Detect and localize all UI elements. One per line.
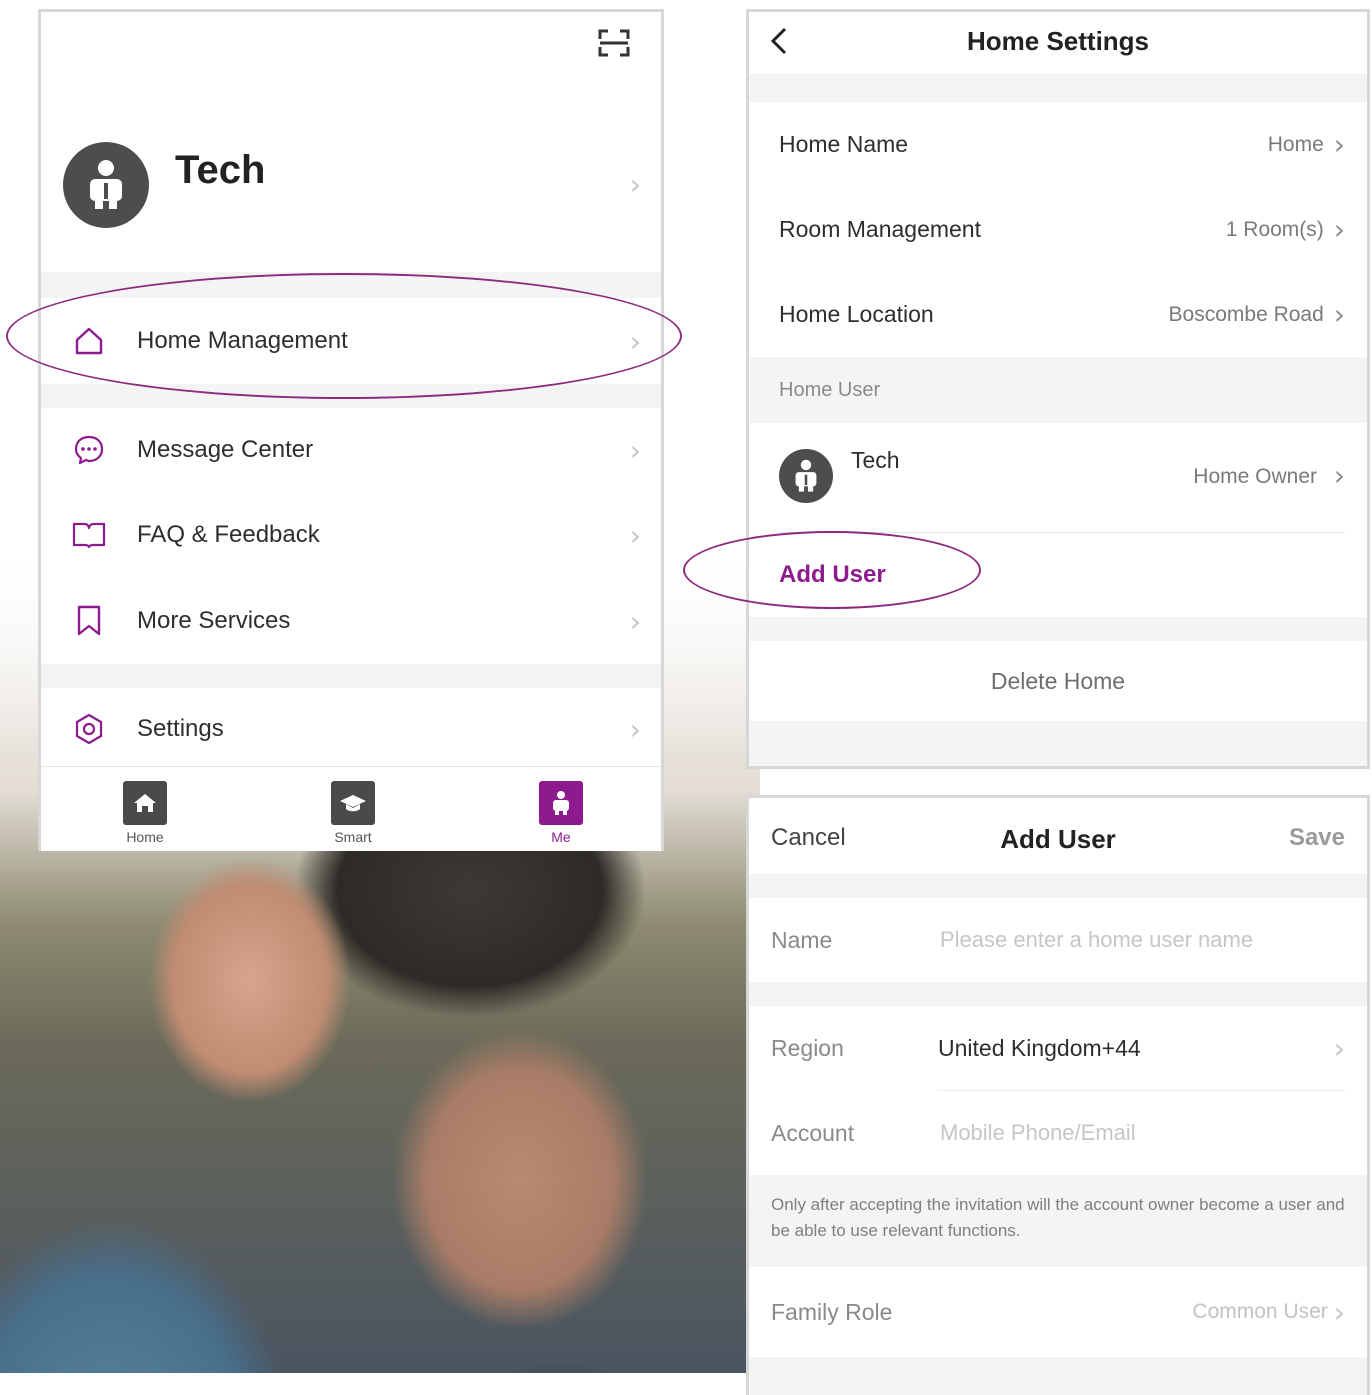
section-gap [749,982,1367,1006]
account-field-row: Account [749,1091,1367,1175]
page-title: Home Settings [966,26,1150,56]
nav-bar: Home Settings [749,12,1367,74]
highlight-oval [6,273,682,399]
bottom-tab-bar: Home Smart Me [41,766,661,851]
chevron-right-icon: › [629,712,641,746]
chevron-right-icon: › [1333,1295,1345,1329]
menu-item-message-center[interactable]: Message Center › [41,408,661,492]
field-label: Region [771,1034,844,1061]
section-header-label: Home User [779,379,881,401]
profile-name: Tech [175,148,266,192]
region-row[interactable]: Region United Kingdom+44 › [749,1006,1367,1090]
name-input[interactable] [938,926,1367,954]
chevron-right-icon: › [1333,1031,1345,1065]
field-label: Name [771,926,833,953]
chat-bubble-icon [71,432,107,468]
delete-home-button[interactable]: Delete Home [749,641,1367,721]
invitation-note-text: Only after accepting the invitation will… [771,1195,1345,1240]
menu-item-label: FAQ & Feedback [137,521,320,548]
family-role-row[interactable]: Family Role Common User › [749,1267,1367,1357]
chevron-right-icon: › [629,604,641,638]
menu-item-faq-feedback[interactable]: FAQ & Feedback › [41,492,661,578]
tab-smart[interactable]: Smart [323,781,383,845]
tab-me[interactable]: Me [531,781,591,845]
page-title: Add User [1000,824,1116,854]
invitation-note: Only after accepting the invitation will… [749,1175,1367,1267]
row-label: Room Management [779,216,981,242]
name-field-row: Name [749,898,1367,982]
bookmark-icon [71,603,107,639]
avatar [779,449,833,503]
chevron-right-icon: › [1333,298,1345,331]
chevron-right-icon: › [1333,128,1345,161]
field-label: Account [771,1119,855,1146]
row-label: Home Name [779,131,909,157]
chevron-right-icon: › [629,168,641,201]
section-gap [749,617,1367,641]
home-user-row[interactable]: Tech Home Owner › [749,423,1367,533]
row-value: Boscombe Road [1168,302,1324,326]
tab-label: Home [126,829,164,845]
gear-icon [71,711,107,747]
section-gap [749,721,1367,766]
menu-item-label: Settings [137,715,224,742]
chevron-right-icon: › [1333,459,1345,492]
row-value: 1 Room(s) [1225,217,1324,241]
scan-icon[interactable] [597,28,631,58]
user-role: Home Owner [1193,465,1317,488]
menu-item-label: Message Center [137,436,314,463]
add-user-screen: Cancel Add User Save Name Region United … [746,795,1370,1395]
section-gap [749,874,1367,898]
section-header: Home User [749,357,1367,423]
menu-item-more-services[interactable]: More Services › [41,578,661,664]
family-role-value: Common User [1192,1300,1328,1323]
menu-item-settings[interactable]: Settings › [41,688,661,770]
user-name: Tech [851,447,900,473]
home-settings-screen: Home Settings Home Name Home › Room Mana… [746,9,1370,769]
highlight-oval [683,531,981,609]
chevron-right-icon: › [629,433,641,467]
person-icon [539,781,583,825]
book-icon [71,517,107,553]
chevron-right-icon: › [629,518,641,552]
field-label: Family Role [771,1298,893,1325]
profile-row[interactable]: Tech › [41,122,661,262]
tab-home[interactable]: Home [115,781,175,845]
section-gap [41,664,661,688]
avatar [63,142,149,228]
region-value: United Kingdom+44 [938,1034,1141,1061]
nav-bar: Cancel Add User Save [749,798,1367,874]
chevron-right-icon: › [1333,213,1345,246]
delete-home-label: Delete Home [990,667,1126,694]
menu-item-label: More Services [137,607,291,634]
account-input[interactable] [938,1119,1367,1147]
home-name-row[interactable]: Home Name Home › [749,102,1367,187]
section-gap [749,74,1367,102]
graduation-cap-icon [331,781,375,825]
section-gap [749,1357,1367,1395]
tab-label: Smart [334,829,372,845]
person-icon [90,160,122,209]
tab-label: Me [551,829,571,845]
me-screen: Tech › Home Management › Message Center … [38,9,664,851]
room-management-row[interactable]: Room Management 1 Room(s) › [749,187,1367,272]
row-value: Home [1267,132,1324,156]
house-icon [123,781,167,825]
person-icon [795,459,817,492]
save-button[interactable]: Save [1289,824,1345,852]
row-label: Home Location [779,301,934,327]
home-location-row[interactable]: Home Location Boscombe Road › [749,272,1367,357]
